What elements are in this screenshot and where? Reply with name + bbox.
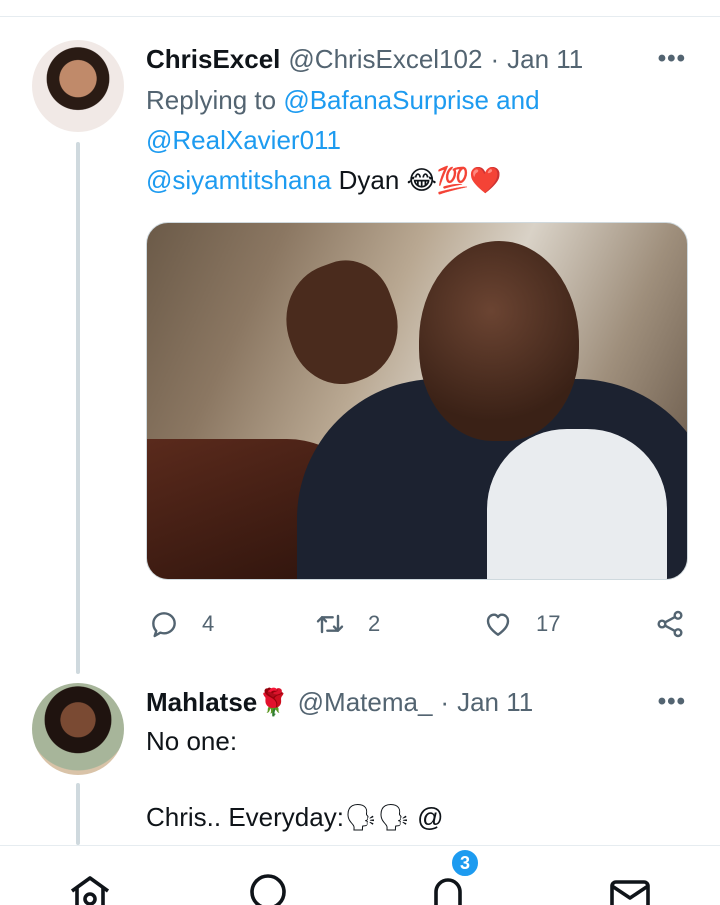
mention-link[interactable]: @BafanaSurprise bbox=[283, 85, 489, 115]
replying-prefix: Replying to bbox=[146, 85, 284, 115]
mail-icon bbox=[610, 880, 650, 905]
thread-line bbox=[76, 783, 80, 845]
replying-join[interactable]: and bbox=[489, 85, 539, 115]
tweet-text: @siyamtitshana Dyan 😂💯❤️ bbox=[146, 160, 690, 200]
tweet-date[interactable]: Jan 11 bbox=[457, 687, 533, 718]
name-emoji: 🌹 bbox=[257, 686, 290, 717]
nav-messages[interactable] bbox=[606, 870, 654, 905]
tweet-actions: 4 2 17 bbox=[146, 606, 688, 642]
reply-count: 4 bbox=[202, 611, 215, 636]
tweet-line: Chris.. Everyday:🗣🗣 @ bbox=[146, 802, 444, 832]
user-handle[interactable]: @Matema_ bbox=[298, 687, 433, 718]
display-name[interactable]: Mahlatse bbox=[146, 687, 257, 718]
retweet-button[interactable]: 2 bbox=[314, 606, 380, 642]
reply-icon bbox=[152, 612, 176, 638]
mention-link[interactable]: @siyamtitshana bbox=[146, 165, 331, 195]
tweet-text: No one: Chris.. Everyday:🗣🗣 @ bbox=[146, 721, 690, 837]
image-head bbox=[419, 241, 579, 441]
image-hand bbox=[269, 247, 415, 399]
user-handle[interactable]: @ChrisExcel102 bbox=[288, 44, 482, 75]
avatar[interactable] bbox=[32, 683, 124, 775]
nav-notifications[interactable]: 3 bbox=[424, 848, 480, 905]
top-divider bbox=[0, 16, 720, 17]
retweet-icon bbox=[316, 614, 344, 634]
tweet-content: Mahlatse 🌹 @Matema_ · Jan 11 ••• No one: … bbox=[146, 683, 690, 837]
share-icon bbox=[657, 610, 683, 638]
share-button[interactable] bbox=[654, 606, 686, 642]
tweet-media-image[interactable] bbox=[146, 222, 688, 580]
tweet-content: ChrisExcel @ChrisExcel102 · Jan 11 ••• R… bbox=[146, 40, 690, 638]
avatar[interactable] bbox=[32, 40, 124, 132]
heart-icon bbox=[486, 613, 510, 636]
bottom-nav: 3 bbox=[0, 845, 720, 905]
retweet-count: 2 bbox=[368, 611, 381, 636]
nav-search[interactable] bbox=[244, 870, 292, 905]
more-dots-icon[interactable]: ••• bbox=[658, 688, 690, 716]
tweet[interactable]: ChrisExcel @ChrisExcel102 · Jan 11 ••• R… bbox=[0, 40, 720, 680]
tweet-date[interactable]: Jan 11 bbox=[507, 44, 583, 75]
tweet[interactable]: Mahlatse 🌹 @Matema_ · Jan 11 ••• No one: … bbox=[0, 683, 720, 845]
notification-badge: 3 bbox=[450, 848, 480, 878]
like-count: 17 bbox=[536, 611, 561, 636]
more-dots-icon[interactable]: ••• bbox=[658, 45, 690, 73]
nav-home[interactable] bbox=[66, 870, 114, 905]
display-name[interactable]: ChrisExcel bbox=[146, 44, 280, 75]
thread-line bbox=[76, 142, 80, 674]
replying-to: Replying to @BafanaSurprise and @RealXav… bbox=[146, 80, 690, 160]
like-button[interactable]: 17 bbox=[482, 606, 560, 642]
separator-dot: · bbox=[490, 43, 500, 74]
tweet-header: Mahlatse 🌹 @Matema_ · Jan 11 ••• bbox=[146, 683, 690, 721]
search-icon bbox=[250, 874, 286, 905]
separator-dot: · bbox=[440, 686, 450, 717]
home-icon bbox=[70, 876, 110, 905]
reply-button[interactable]: 4 bbox=[148, 606, 214, 642]
mention-link[interactable]: @RealXavier011 bbox=[146, 125, 341, 155]
image-shirt bbox=[487, 429, 667, 579]
tweet-header: ChrisExcel @ChrisExcel102 · Jan 11 ••• bbox=[146, 40, 690, 78]
tweet-line: No one: bbox=[146, 726, 238, 756]
tweet-body: Dyan 😂💯❤️ bbox=[331, 165, 502, 195]
